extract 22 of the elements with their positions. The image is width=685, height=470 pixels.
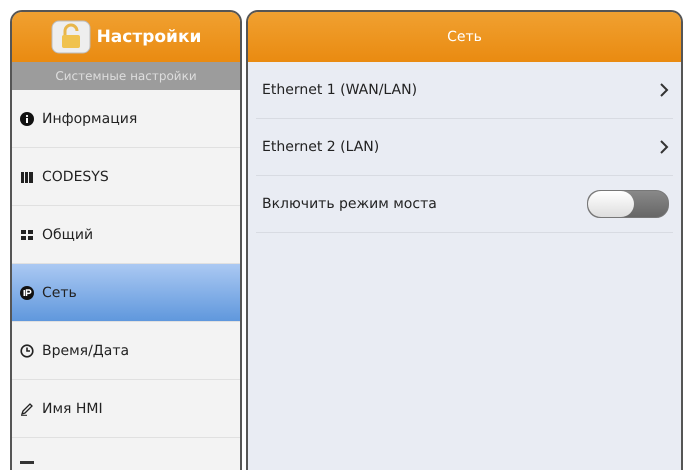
clock-icon <box>20 344 34 358</box>
bars-icon <box>20 170 34 184</box>
sidebar-item[interactable]: CODESYS <box>12 148 240 206</box>
sidebar-item[interactable]: Время/Дата <box>12 322 240 380</box>
info-icon <box>20 112 34 126</box>
section-header: Системные настройки <box>12 62 240 90</box>
sidebar-item[interactable]: Сеть <box>12 264 240 322</box>
menu-item[interactable]: Ethernet 2 (LAN) <box>262 139 380 155</box>
settings-title: Настройки <box>96 27 202 47</box>
pen-icon <box>20 402 34 416</box>
ip-icon <box>20 286 34 300</box>
grid-icon <box>20 228 34 242</box>
dash-icon <box>20 461 34 464</box>
setting-label: Включить режим моста <box>262 196 437 212</box>
panel-title: Сеть <box>248 12 681 62</box>
chevron-right-icon[interactable] <box>659 82 669 98</box>
chevron-right-icon[interactable] <box>659 139 669 155</box>
sidebar-item[interactable]: Информация <box>12 90 240 148</box>
toggle-switch[interactable] <box>587 190 669 218</box>
menu-item[interactable]: Ethernet 1 (WAN/LAN) <box>262 82 418 98</box>
padlock-icon <box>50 20 91 54</box>
sidebar-item[interactable]: Имя HMI <box>12 380 240 438</box>
